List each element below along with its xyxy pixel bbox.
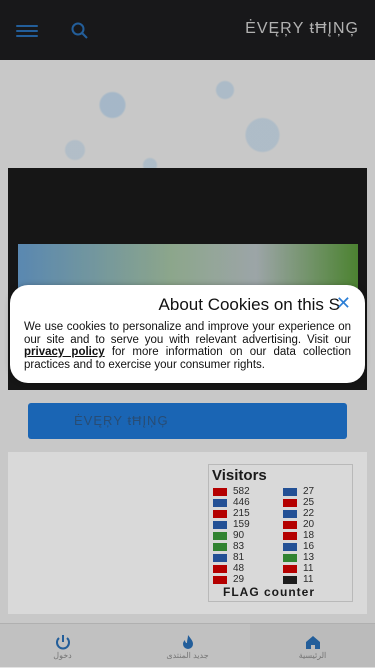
privacy-policy-link[interactable]: privacy policy xyxy=(24,346,105,358)
cookie-title: About Cookies on this S xyxy=(158,295,340,314)
close-icon[interactable]: ✕ xyxy=(336,293,351,314)
cookie-dialog: About Cookies on this S ✕ We use cookies… xyxy=(10,285,365,383)
cookie-text: We use cookies to personalize and improv… xyxy=(24,321,351,371)
cookie-text-part1: We use cookies to personalize and improv… xyxy=(24,321,351,346)
